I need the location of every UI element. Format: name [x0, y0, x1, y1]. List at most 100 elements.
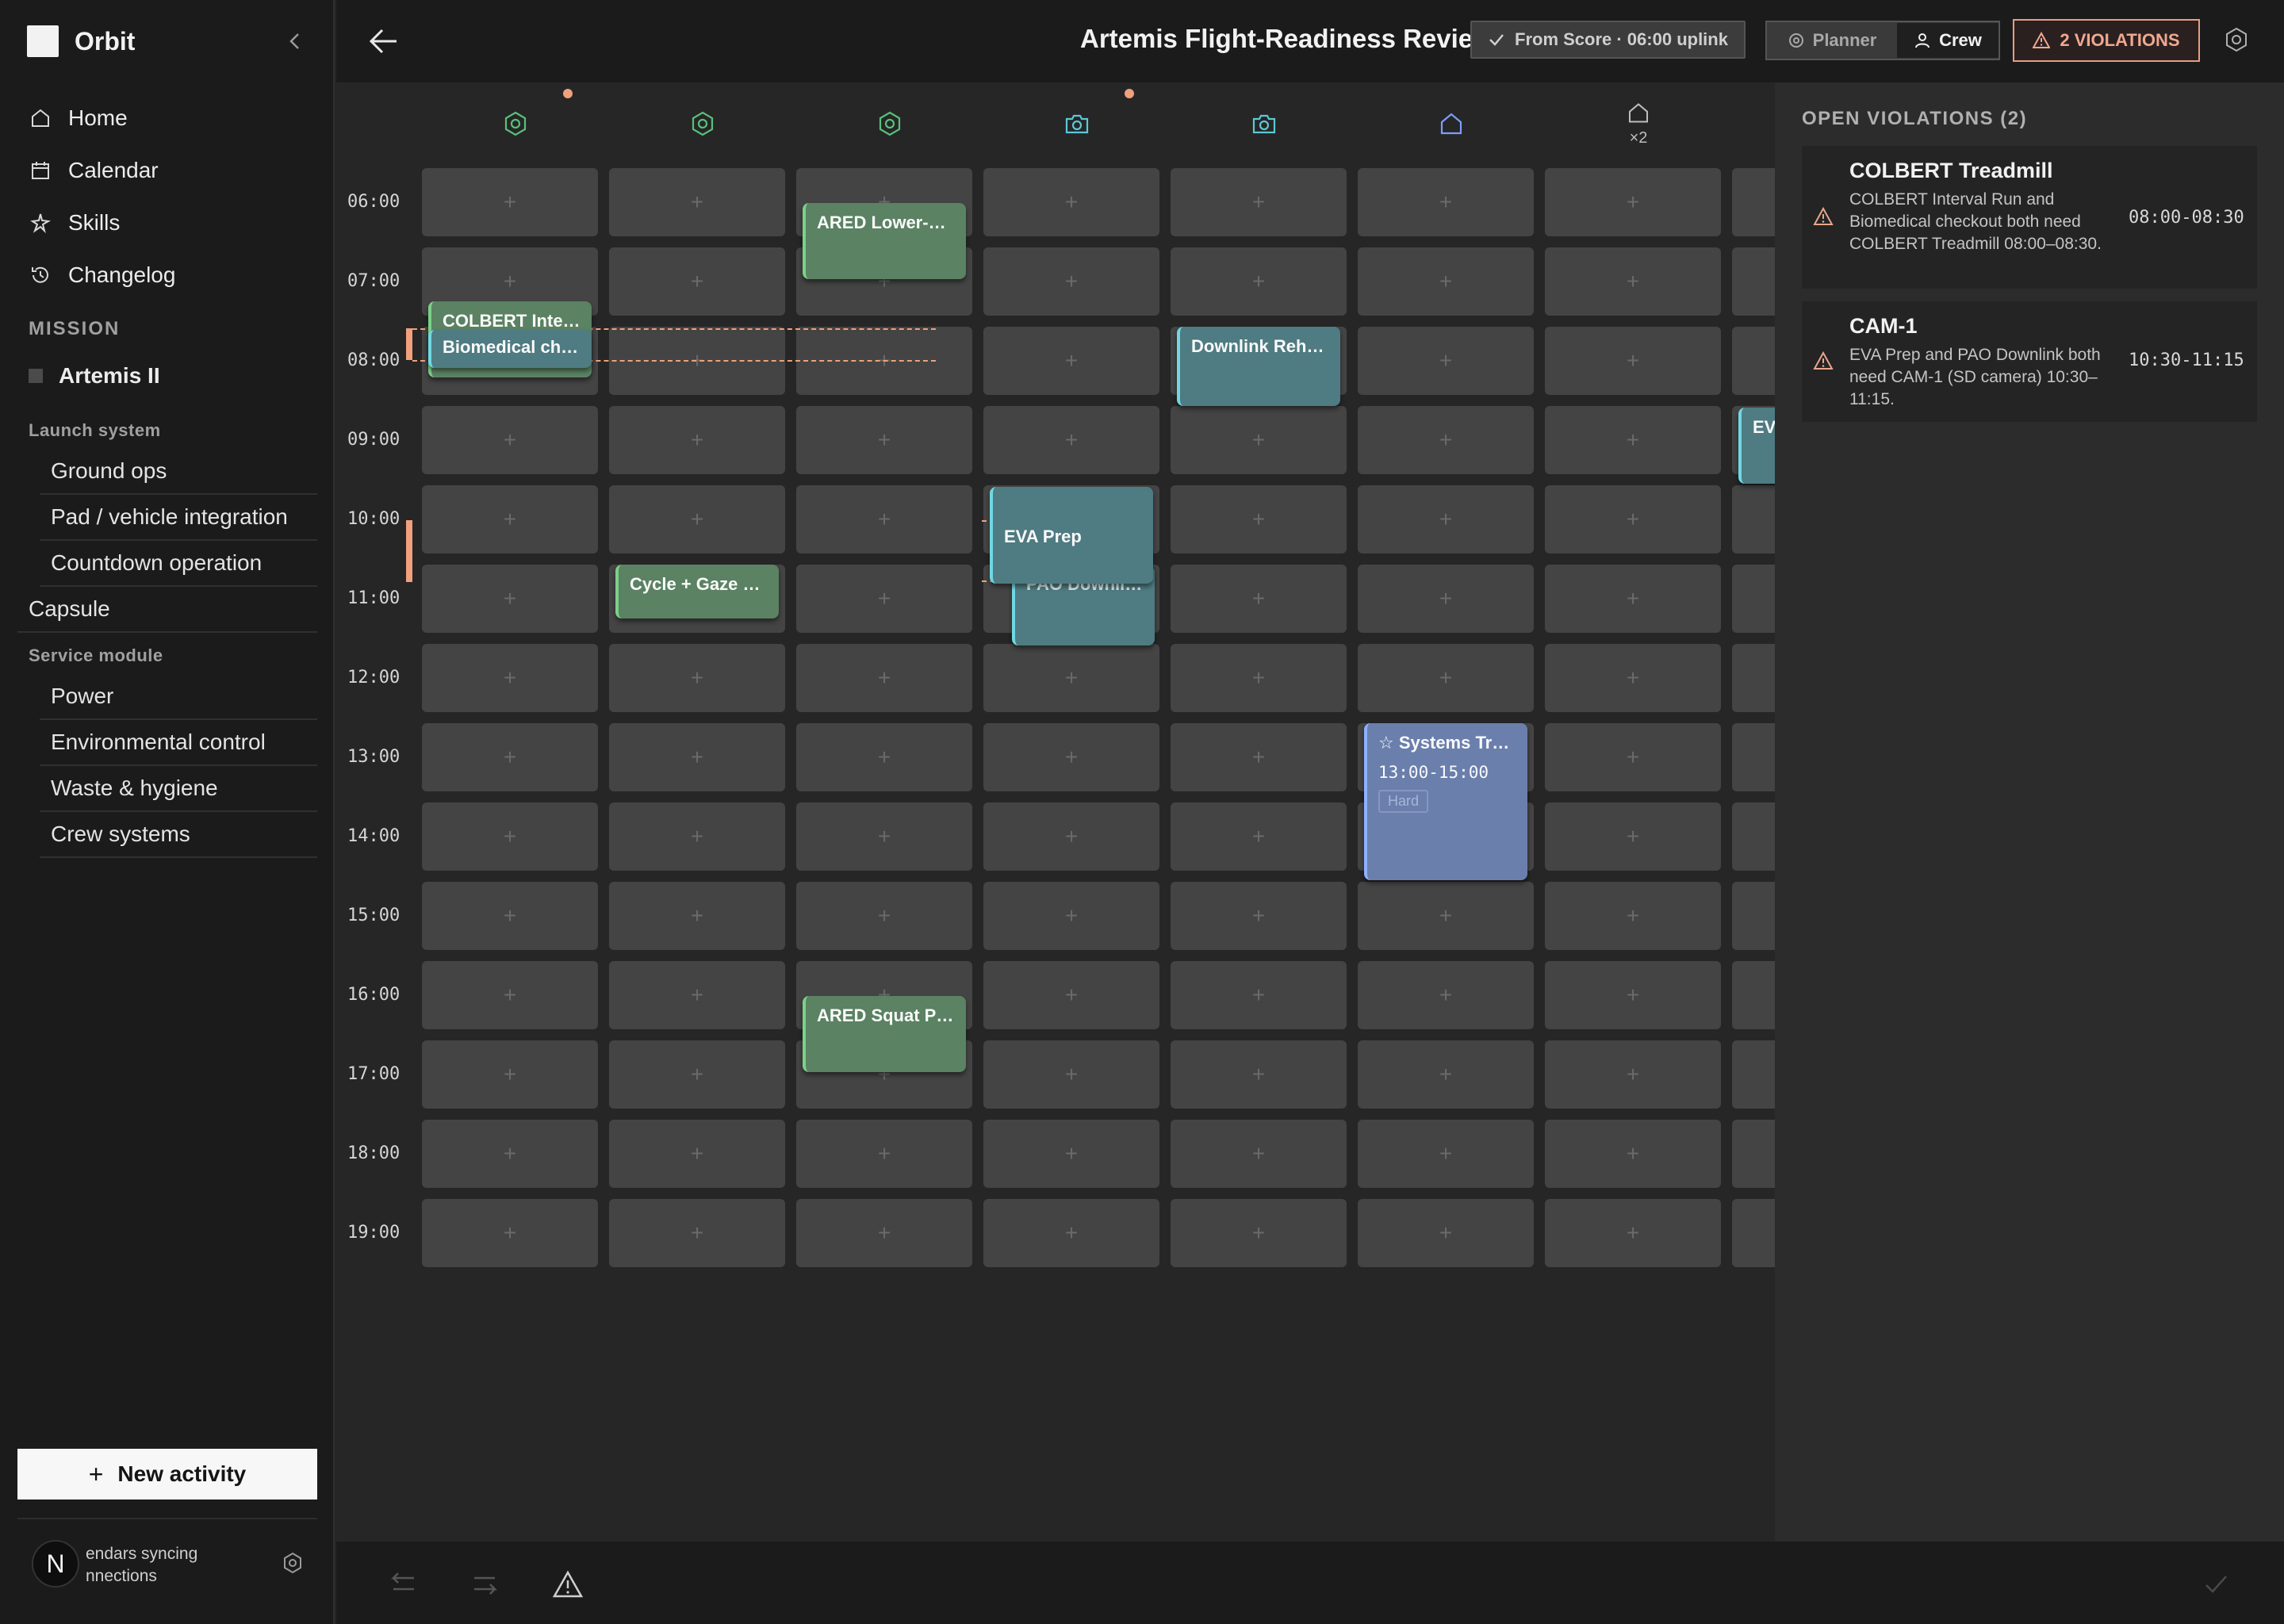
add-slot-cell[interactable]: +	[796, 644, 972, 712]
new-activity-button[interactable]: + New activity	[17, 1449, 317, 1500]
add-slot-cell[interactable]: +	[422, 644, 598, 712]
add-slot-cell[interactable]: +	[1358, 961, 1534, 1029]
add-slot-cell[interactable]: +	[1545, 882, 1721, 950]
add-slot-cell[interactable]: +	[609, 723, 785, 791]
column-header-2[interactable]	[609, 100, 796, 147]
add-slot-cell[interactable]: +	[983, 723, 1159, 791]
add-slot-cell[interactable]: +	[1732, 168, 1775, 236]
confirm-check-icon[interactable]	[2200, 1568, 2232, 1600]
add-slot-cell[interactable]: +	[422, 1199, 598, 1267]
add-slot-cell[interactable]: +	[1545, 802, 1721, 871]
add-slot-cell[interactable]: +	[609, 802, 785, 871]
add-slot-cell[interactable]: +	[983, 1040, 1159, 1109]
add-slot-cell[interactable]: +	[609, 1199, 785, 1267]
add-slot-cell[interactable]: +	[422, 723, 598, 791]
add-slot-cell[interactable]: +	[1545, 961, 1721, 1029]
add-slot-cell[interactable]: +	[983, 1199, 1159, 1267]
add-slot-cell[interactable]: +	[609, 485, 785, 553]
add-slot-cell[interactable]: +	[422, 406, 598, 474]
add-slot-cell[interactable]: +	[1171, 961, 1347, 1029]
add-slot-cell[interactable]: +	[983, 961, 1159, 1029]
add-slot-cell[interactable]: +	[1358, 327, 1534, 395]
nav-item-changelog[interactable]: Changelog	[29, 249, 175, 301]
add-slot-cell[interactable]: +	[1732, 327, 1775, 395]
tree-item-crew-systems[interactable]: Crew systems	[40, 812, 317, 858]
add-slot-cell[interactable]: +	[609, 1120, 785, 1188]
violation-card-colbert[interactable]: COLBERT Treadmill COLBERT Interval Run a…	[1802, 146, 2257, 289]
add-slot-cell[interactable]: +	[1171, 644, 1347, 712]
add-slot-cell[interactable]: +	[796, 1199, 972, 1267]
tree-item-waste-hygiene[interactable]: Waste & hygiene	[40, 766, 317, 812]
column-header-7[interactable]: ×2	[1545, 100, 1732, 147]
add-slot-cell[interactable]: +	[1171, 1120, 1347, 1188]
avatar[interactable]: N	[32, 1540, 79, 1588]
add-slot-cell[interactable]: +	[1732, 723, 1775, 791]
event-systems-training[interactable]: ☆ Systems Tr… 13:00-15:00 Hard	[1364, 723, 1527, 880]
add-slot-cell[interactable]: +	[983, 882, 1159, 950]
add-slot-cell[interactable]: +	[1358, 485, 1534, 553]
add-slot-cell[interactable]: +	[1171, 723, 1347, 791]
add-slot-cell[interactable]: +	[1732, 644, 1775, 712]
add-slot-cell[interactable]: +	[796, 485, 972, 553]
score-source-badge[interactable]: From Score · 06:00 uplink	[1470, 21, 1746, 59]
add-slot-cell[interactable]: +	[1545, 485, 1721, 553]
add-slot-cell[interactable]: +	[1732, 247, 1775, 316]
add-slot-cell[interactable]: +	[1545, 168, 1721, 236]
column-header-3[interactable]	[796, 100, 983, 147]
event-ared-squat[interactable]: ARED Squat P…	[803, 996, 966, 1072]
column-header-5[interactable]	[1171, 100, 1358, 147]
add-slot-cell[interactable]: +	[1171, 565, 1347, 633]
add-slot-cell[interactable]: +	[1732, 1199, 1775, 1267]
add-slot-cell[interactable]: +	[1545, 565, 1721, 633]
settings-hexagon-icon[interactable]	[2222, 25, 2251, 54]
add-slot-cell[interactable]: +	[1545, 723, 1721, 791]
add-slot-cell[interactable]: +	[1732, 565, 1775, 633]
add-slot-cell[interactable]: +	[1358, 168, 1534, 236]
tree-group-service[interactable]: Service module	[17, 638, 317, 674]
tree-item-power[interactable]: Power	[40, 674, 317, 720]
add-slot-cell[interactable]: +	[1358, 882, 1534, 950]
add-slot-cell[interactable]: +	[1732, 882, 1775, 950]
add-slot-cell[interactable]: +	[1358, 1040, 1534, 1109]
add-slot-cell[interactable]: +	[422, 1120, 598, 1188]
add-slot-cell[interactable]: +	[796, 565, 972, 633]
add-slot-cell[interactable]: +	[1732, 485, 1775, 553]
collapse-sidebar-button[interactable]	[279, 25, 311, 57]
add-slot-cell[interactable]: +	[422, 961, 598, 1029]
add-slot-cell[interactable]: +	[983, 327, 1159, 395]
column-header-4[interactable]	[983, 100, 1171, 147]
add-slot-cell[interactable]: +	[422, 1040, 598, 1109]
nav-item-skills[interactable]: Skills	[29, 197, 175, 249]
event-cycle-gaze[interactable]: Cycle + Gaze …	[615, 565, 779, 619]
event-downlink-rehearsal[interactable]: Downlink Reh…	[1177, 327, 1340, 406]
add-slot-cell[interactable]: +	[1358, 247, 1534, 316]
event-eva-offscreen[interactable]: EV	[1738, 408, 1775, 484]
add-slot-cell[interactable]: +	[1358, 406, 1534, 474]
add-slot-cell[interactable]: +	[983, 168, 1159, 236]
add-slot-cell[interactable]: +	[1171, 882, 1347, 950]
add-slot-cell[interactable]: +	[1732, 1040, 1775, 1109]
nav-item-home[interactable]: Home	[29, 92, 175, 144]
gear-icon[interactable]	[281, 1551, 305, 1575]
add-slot-cell[interactable]: +	[609, 1040, 785, 1109]
mode-planner-button[interactable]: Planner	[1767, 23, 1897, 58]
tree-item-ground-ops[interactable]: Ground ops	[40, 449, 317, 495]
add-slot-cell[interactable]: +	[1358, 565, 1534, 633]
brand[interactable]: Orbit	[27, 25, 135, 57]
add-slot-cell[interactable]: +	[983, 247, 1159, 316]
add-slot-cell[interactable]: +	[609, 882, 785, 950]
column-header-6[interactable]	[1358, 100, 1545, 147]
add-slot-cell[interactable]: +	[422, 802, 598, 871]
add-slot-cell[interactable]: +	[983, 1120, 1159, 1188]
mission-selector[interactable]: Artemis II	[29, 358, 160, 393]
event-ared-lower-body[interactable]: ARED Lower-B…	[803, 203, 966, 279]
add-slot-cell[interactable]: +	[1171, 247, 1347, 316]
add-slot-cell[interactable]: +	[1545, 1040, 1721, 1109]
add-slot-cell[interactable]: +	[796, 882, 972, 950]
add-slot-cell[interactable]: +	[983, 644, 1159, 712]
add-slot-cell[interactable]: +	[1358, 1120, 1534, 1188]
nav-item-calendar[interactable]: Calendar	[29, 144, 175, 197]
add-slot-cell[interactable]: +	[983, 802, 1159, 871]
add-slot-cell[interactable]: +	[1171, 485, 1347, 553]
add-slot-cell[interactable]: +	[983, 406, 1159, 474]
